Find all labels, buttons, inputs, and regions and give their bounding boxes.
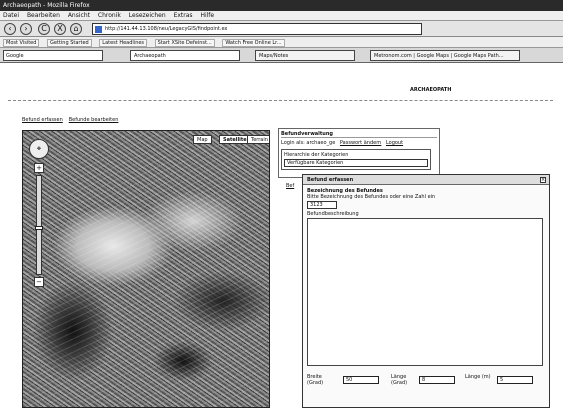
link-befunde-bearbeiten[interactable]: Befunde bearbeiten	[69, 117, 119, 123]
bookmark-start-xsite[interactable]: Start XSite Defeinst...	[154, 39, 215, 47]
laenge-label: Länge (Grad)	[391, 374, 408, 386]
site-header: ARCHAEOPATH	[410, 87, 452, 93]
breite-label: Breite (Grad)	[307, 374, 324, 386]
zoom-slider[interactable]	[35, 175, 43, 275]
hoehe-label: Länge (m)	[465, 374, 491, 380]
tab-maps-notes[interactable]: Maps/Notes	[255, 50, 355, 61]
menu-item-bearbeiten[interactable]: Bearbeiten	[27, 12, 60, 19]
zoom-slider-thumb[interactable]	[35, 226, 43, 230]
pan-control-icon[interactable]: ✥	[29, 139, 49, 159]
top-links: Befund erfassen Befunde bearbeiten	[22, 116, 118, 123]
header-divider	[8, 100, 553, 101]
tab-archaeopath[interactable]: Archaeopath	[130, 50, 240, 61]
link-befund-erfassen[interactable]: Befund erfassen	[22, 117, 63, 123]
add-finding-dialog: Befund erfassen × Bezeichnung des Befund…	[302, 174, 550, 408]
management-panel: Befundverwaltung Login als: archaeo_ge P…	[278, 128, 440, 178]
map-type-terrain[interactable]: Terrain	[247, 135, 269, 144]
url-bar[interactable]: http://141.44.13.108/neu/LegacyGIS/findp…	[92, 23, 422, 35]
menu-item-ansicht[interactable]: Ansicht	[68, 12, 90, 19]
panel-title: Befundverwaltung	[281, 131, 437, 138]
bookmarks-toolbar: Most Visited Getting Started Latest Head…	[0, 37, 563, 48]
menu-bar: Datei Bearbeiten Ansicht Chronik Lesezei…	[0, 11, 563, 21]
description-label: Befundbeschreibung	[307, 211, 359, 217]
dialog-title: Befund erfassen	[303, 175, 549, 185]
bookmark-watch-free[interactable]: Watch Free Online Lr...	[222, 39, 285, 47]
menu-item-hilfe[interactable]: Hilfe	[200, 12, 214, 19]
category-select[interactable]: Verfügbare Kategorien	[284, 159, 428, 167]
name-input[interactable]: 3123	[307, 201, 337, 209]
hoehe-input[interactable]: 5	[497, 376, 533, 384]
tab-google-maps[interactable]: Metronom.com | Google Maps | Google Maps…	[370, 50, 520, 61]
home-button[interactable]: ⌂	[70, 23, 82, 35]
login-line: Login als: archaeo_ge Passwort ändern Lo…	[281, 140, 437, 146]
menu-item-datei[interactable]: Datei	[3, 12, 19, 19]
url-text: http://141.44.13.108/neu/LegacyGIS/findp…	[105, 26, 228, 32]
favicon-icon	[95, 26, 102, 33]
description-textarea[interactable]	[307, 218, 543, 366]
login-status: Login als: archaeo_ge	[281, 140, 336, 146]
reload-button[interactable]: C	[38, 23, 50, 35]
zoom-in-button[interactable]: +	[34, 163, 44, 173]
navigation-toolbar: ‹ › C X ⌂ http://141.44.13.108/neu/Legac…	[0, 21, 563, 37]
window-title-bar: Archaeopath - Mozilla Firefox	[0, 0, 563, 11]
zoom-out-button[interactable]: −	[34, 277, 44, 287]
search-input[interactable]: Google	[3, 50, 103, 61]
link-logout[interactable]: Logout	[386, 140, 403, 146]
stop-button[interactable]: X	[54, 23, 66, 35]
link-change-password[interactable]: Passwort ändern	[340, 140, 381, 146]
category-hierarchy-label: Hierarchie der Kategorien	[284, 152, 349, 158]
tab-bar: Google Archaeopath Maps/Notes Metronom.c…	[0, 48, 563, 63]
bookmark-latest-headlines[interactable]: Latest Headlines	[99, 39, 148, 47]
coordinate-row: Breite (Grad) 50 Länge (Grad) 8 Länge (m…	[307, 374, 545, 396]
category-box: Hierarchie der Kategorien Verfügbare Kat…	[281, 149, 431, 170]
menu-item-extras[interactable]: Extras	[174, 12, 193, 19]
window-title: Archaeopath - Mozilla Firefox	[3, 2, 90, 9]
satellite-map[interactable]: Map Satellite Terrain ✥ + −	[22, 130, 270, 408]
back-button[interactable]: ‹	[4, 23, 16, 35]
forward-button[interactable]: ›	[20, 23, 32, 35]
name-hint: Bitte Bezeichnung des Befundes oder eine…	[307, 194, 436, 200]
bookmark-getting-started[interactable]: Getting Started	[47, 39, 92, 47]
side-link[interactable]: Bef	[286, 183, 294, 189]
map-type-map[interactable]: Map	[193, 135, 212, 144]
close-icon[interactable]: ×	[540, 177, 546, 183]
menu-item-chronik[interactable]: Chronik	[98, 12, 121, 19]
breite-input[interactable]: 50	[343, 376, 379, 384]
laenge-input[interactable]: 8	[419, 376, 455, 384]
map-type-satellite[interactable]: Satellite	[219, 135, 251, 144]
menu-item-lesezeichen[interactable]: Lesezeichen	[129, 12, 166, 19]
bookmark-most-visited[interactable]: Most Visited	[3, 39, 40, 47]
